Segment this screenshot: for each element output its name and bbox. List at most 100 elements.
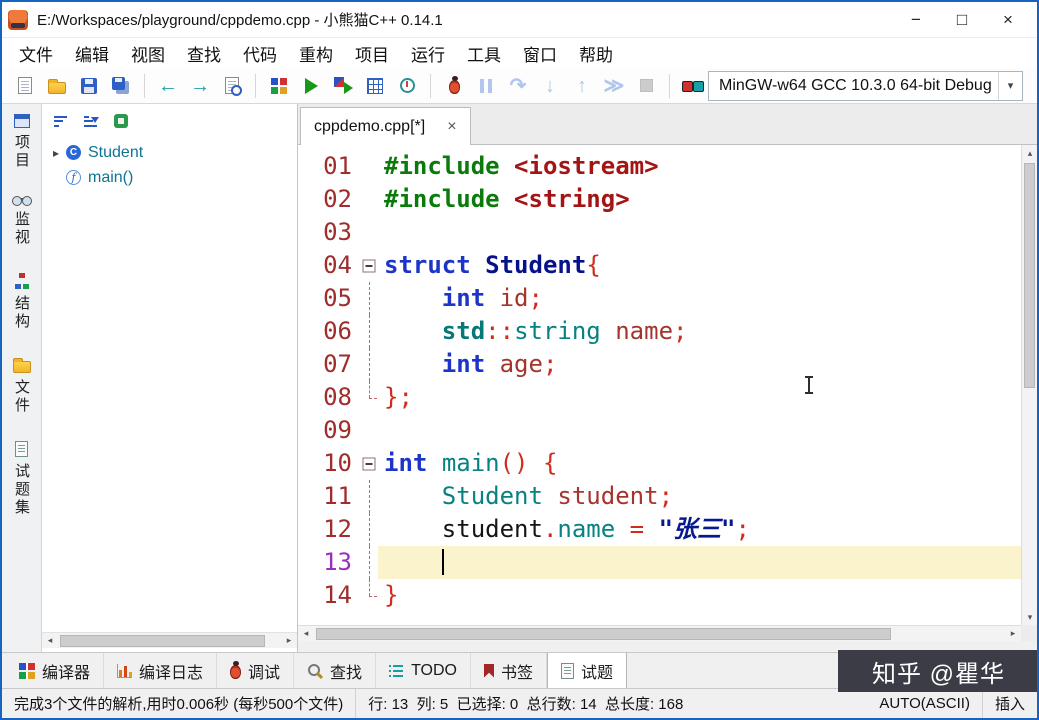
- close-button[interactable]: ×: [985, 4, 1031, 36]
- menu-bar: 文件编辑视图查找代码重构项目运行工具窗口帮助: [2, 38, 1037, 68]
- compile-button[interactable]: [264, 72, 294, 100]
- menu-item[interactable]: 窗口: [512, 38, 568, 69]
- structure-panel-horizontal-scrollbar[interactable]: ◂ ▸: [42, 632, 297, 648]
- chevron-down-icon[interactable]: ▾: [998, 72, 1022, 100]
- class-browser-item[interactable]: ▸CStudent: [42, 140, 297, 165]
- sidebar-tab[interactable]: 监视: [11, 196, 32, 247]
- step-over-icon: ↷: [510, 76, 527, 96]
- fold-gutter: [360, 216, 378, 249]
- sidebar-tab[interactable]: 文件: [11, 357, 32, 415]
- code-line[interactable]: 07 int age;: [298, 348, 1021, 381]
- code-line[interactable]: 11 Student student;: [298, 480, 1021, 513]
- code-line[interactable]: 06 std::string name;: [298, 315, 1021, 348]
- scrollbar-thumb[interactable]: [1024, 163, 1035, 388]
- bottom-tab[interactable]: 编译器: [6, 653, 104, 688]
- scroll-left-icon[interactable]: ◂: [298, 626, 314, 642]
- menu-item[interactable]: 项目: [344, 38, 400, 69]
- menu-item[interactable]: 运行: [400, 38, 456, 69]
- sort-alphabetically-button[interactable]: [78, 109, 104, 133]
- code-line[interactable]: 05 int id;: [298, 282, 1021, 315]
- find-in-files-button[interactable]: [217, 72, 247, 100]
- line-number: 12: [298, 513, 360, 546]
- bottom-tab[interactable]: 查找: [294, 653, 376, 688]
- forward-button[interactable]: →: [185, 72, 215, 100]
- function-icon: f: [66, 170, 81, 185]
- save-button[interactable]: [74, 72, 104, 100]
- scroll-right-icon[interactable]: ▸: [281, 633, 297, 649]
- code-line[interactable]: 09: [298, 414, 1021, 447]
- code-token: }: [384, 581, 398, 609]
- code-line[interactable]: 01#include <iostream>: [298, 150, 1021, 183]
- rebuild-button[interactable]: [360, 72, 390, 100]
- menu-item[interactable]: 工具: [456, 38, 512, 69]
- save-all-button[interactable]: [106, 72, 136, 100]
- run-button[interactable]: [296, 72, 326, 100]
- code-line[interactable]: 08};: [298, 381, 1021, 414]
- bottom-tab[interactable]: 书签: [471, 653, 547, 688]
- glasses-button[interactable]: [678, 72, 708, 100]
- close-tab-icon[interactable]: ×: [447, 118, 456, 136]
- scrollbar-thumb[interactable]: [60, 635, 265, 647]
- editor-tab-cppdemo[interactable]: cppdemo.cpp[*] ×: [300, 107, 471, 145]
- profiler-button[interactable]: [392, 72, 422, 100]
- bottom-tab[interactable]: 调试: [217, 653, 294, 688]
- code-line[interactable]: 02#include <string>: [298, 183, 1021, 216]
- maximize-button[interactable]: □: [939, 4, 985, 36]
- debug-button[interactable]: [439, 72, 469, 100]
- menu-item[interactable]: 视图: [120, 38, 176, 69]
- line-number: 07: [298, 348, 360, 381]
- sidebar-tab[interactable]: 项目: [11, 114, 32, 170]
- compiler-profile-value: MinGW-w64 GCC 10.3.0 64-bit Debug: [709, 77, 998, 95]
- code-line[interactable]: 14}: [298, 579, 1021, 612]
- line-number: 11: [298, 480, 360, 513]
- scroll-down-icon[interactable]: ▾: [1022, 609, 1038, 625]
- minimize-button[interactable]: −: [893, 4, 939, 36]
- bottom-tab[interactable]: 试题: [547, 653, 627, 688]
- sidebar-tab[interactable]: 结构: [11, 273, 32, 331]
- fold-toggle-icon[interactable]: [360, 249, 378, 282]
- open-file-icon: [48, 82, 66, 94]
- back-button[interactable]: ←: [153, 72, 183, 100]
- editor-vertical-scrollbar[interactable]: ▴ ▾: [1021, 145, 1037, 625]
- code-line[interactable]: 03: [298, 216, 1021, 249]
- open-file-button[interactable]: [42, 72, 72, 100]
- menu-item[interactable]: 文件: [8, 38, 64, 69]
- code-token: =: [630, 515, 644, 543]
- class-browser-item[interactable]: fmain(): [42, 165, 297, 190]
- editor-horizontal-scrollbar[interactable]: ◂ ▸: [298, 625, 1021, 641]
- code-token: [384, 284, 442, 312]
- code-editor[interactable]: 01#include <iostream>02#include <string>…: [298, 145, 1021, 625]
- menu-item[interactable]: 帮助: [568, 38, 624, 69]
- sidebar-tab[interactable]: 试题集: [11, 441, 32, 517]
- fold-gutter: [360, 348, 378, 381]
- code-line[interactable]: 13: [298, 546, 1021, 579]
- new-file-button[interactable]: [10, 72, 40, 100]
- menu-item[interactable]: 编辑: [64, 38, 120, 69]
- compile-run-button[interactable]: [328, 72, 358, 100]
- title-bar: E:/Workspaces/playground/cppdemo.cpp - 小…: [2, 2, 1037, 38]
- scroll-right-icon[interactable]: ▸: [1005, 626, 1021, 642]
- continue-button: ≫: [599, 72, 629, 100]
- show-inherited-members-button[interactable]: [108, 109, 134, 133]
- code-line[interactable]: 04struct Student{: [298, 249, 1021, 282]
- menu-item[interactable]: 查找: [176, 38, 232, 69]
- fold-gutter: [360, 513, 378, 546]
- editor-tab-label: cppdemo.cpp[*]: [314, 118, 425, 136]
- scroll-up-icon[interactable]: ▴: [1022, 145, 1038, 161]
- scrollbar-thumb[interactable]: [316, 628, 891, 640]
- bug-icon: [230, 665, 241, 679]
- fold-toggle-icon[interactable]: [360, 447, 378, 480]
- code-line[interactable]: 10int main() {: [298, 447, 1021, 480]
- code-token: ;: [735, 515, 749, 543]
- code-line[interactable]: 12 student.name = "张三";: [298, 513, 1021, 546]
- step-over-button: ↷: [503, 72, 533, 100]
- sort-by-type-button[interactable]: [48, 109, 74, 133]
- menu-item[interactable]: 代码: [232, 38, 288, 69]
- scroll-left-icon[interactable]: ◂: [42, 633, 58, 649]
- menu-item[interactable]: 重构: [288, 38, 344, 69]
- expander-icon[interactable]: ▸: [48, 146, 64, 160]
- bottom-tab[interactable]: 编译日志: [104, 653, 217, 688]
- compiler-profile-select[interactable]: MinGW-w64 GCC 10.3.0 64-bit Debug ▾: [708, 71, 1023, 101]
- bottom-tab[interactable]: TODO: [376, 653, 471, 688]
- code-token: [485, 350, 499, 378]
